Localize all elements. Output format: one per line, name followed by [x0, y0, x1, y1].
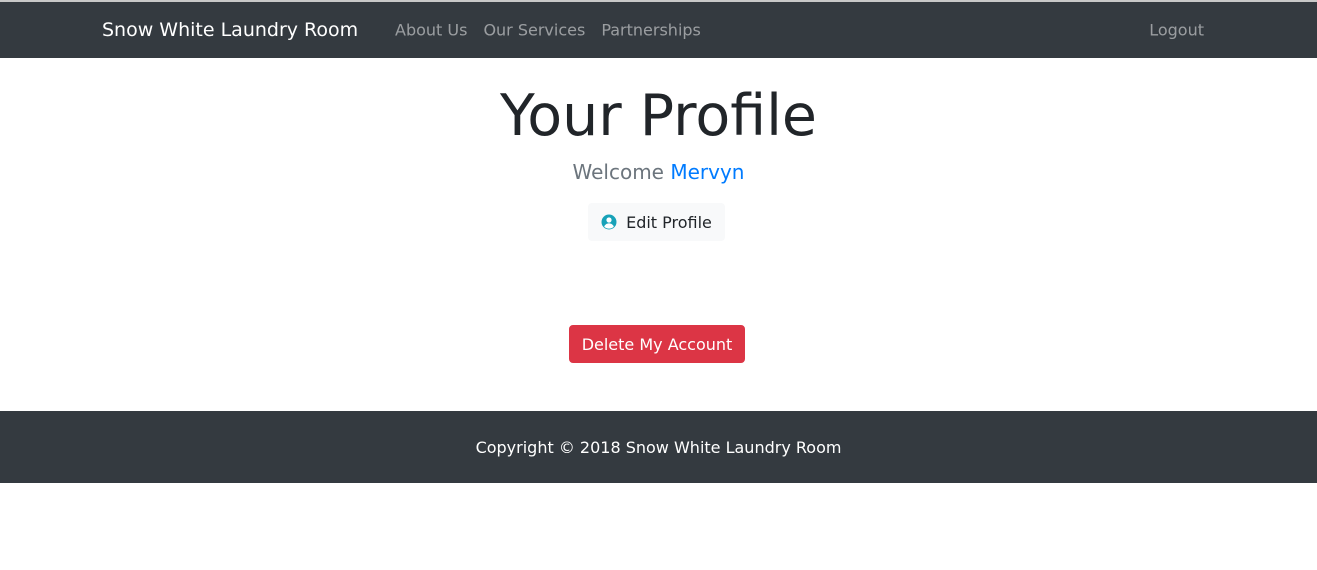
nav-link-our-services[interactable]: Our Services	[475, 21, 593, 40]
top-navbar: Snow White Laundry Room About Us Our Ser…	[0, 2, 1317, 58]
edit-profile-button[interactable]: Edit Profile	[588, 203, 725, 241]
nav-link-partnerships[interactable]: Partnerships	[593, 21, 709, 40]
edit-profile-label: Edit Profile	[626, 212, 712, 232]
delete-account-button[interactable]: Delete My Account	[569, 325, 745, 363]
welcome-message: Welcome Mervyn	[0, 159, 1317, 185]
nav-link-about-us[interactable]: About Us	[387, 21, 475, 40]
profile-main: Your Profile Welcome Mervyn Edit Profile…	[0, 58, 1317, 411]
nav-links: About Us Our Services Partnerships	[387, 21, 709, 40]
page-footer: Copyright © 2018 Snow White Laundry Room	[0, 411, 1317, 483]
brand-link[interactable]: Snow White Laundry Room	[102, 19, 358, 41]
logout-link[interactable]: Logout	[1149, 21, 1204, 40]
page-title: Your Profile	[499, 83, 818, 149]
username: Mervyn	[670, 160, 745, 184]
copyright-text: Copyright © 2018 Snow White Laundry Room	[475, 437, 842, 457]
welcome-prefix: Welcome	[572, 160, 664, 184]
user-circle-icon	[601, 214, 617, 230]
